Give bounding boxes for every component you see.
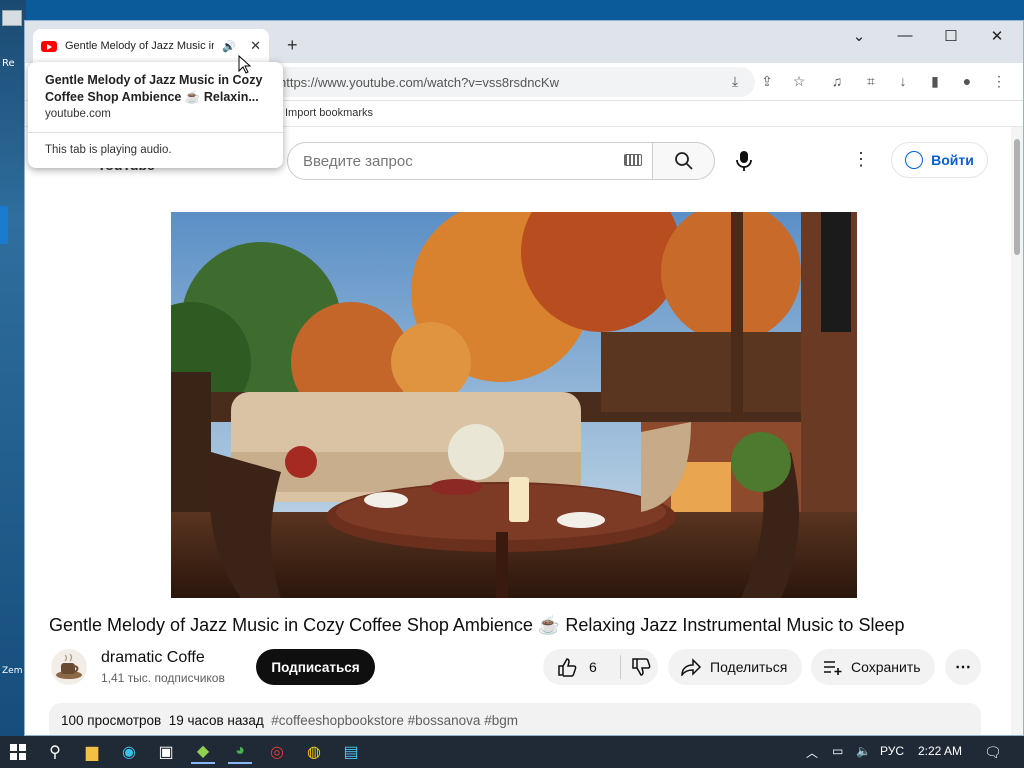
file-explorer-icon[interactable]: ▆: [80, 740, 104, 764]
video-thumbnail: [171, 212, 857, 598]
divider: [28, 132, 283, 133]
chrome-icon[interactable]: ◕: [228, 740, 252, 764]
address-bar[interactable]: https://www.youtube.com/watch?v=vss8rsdn…: [265, 67, 755, 97]
share-icon[interactable]: ⇪: [757, 73, 777, 90]
mouse-cursor-icon: [238, 55, 252, 74]
new-tab-button[interactable]: +: [287, 35, 298, 56]
profile-icon[interactable]: ●: [957, 73, 977, 89]
minimize-button[interactable]: —: [887, 27, 923, 44]
search-input[interactable]: Введите запрос: [287, 142, 653, 180]
youtube-favicon-icon: [41, 40, 57, 52]
close-window-button[interactable]: ✕: [979, 27, 1015, 45]
start-windows-icon[interactable]: [6, 740, 30, 764]
hover-card-title: Gentle Melody of Jazz Music in Cozy Coff…: [45, 73, 263, 104]
url-text: https://www.youtube.com/watch?v=vss8rsdn…: [279, 74, 559, 90]
subscribe-button[interactable]: Подписаться: [256, 649, 375, 685]
chevron-up-icon[interactable]: ︿: [806, 744, 818, 761]
tab-title: Gentle Melody of Jazz Music in: [65, 40, 215, 52]
channel-name[interactable]: dramatic Coffe: [101, 649, 205, 667]
description-box[interactable]: 100 просмотров 19 часов назад #coffeesho…: [49, 703, 981, 735]
app-icon-green[interactable]: ◆: [191, 740, 215, 764]
subscriber-count: 1,41 тыс. подписчиков: [101, 671, 225, 685]
account-icon: [905, 151, 924, 169]
signin-label: Войти: [931, 152, 974, 168]
settings-dots-icon[interactable]: ⋮: [851, 149, 871, 169]
hashtags[interactable]: #coffeeshopbookstore #bossanova #bgm: [271, 713, 518, 728]
notifications-icon[interactable]: 🗨: [984, 744, 1002, 761]
share-button[interactable]: Поделиться: [668, 649, 802, 685]
volume-muted-icon[interactable]: 🔈: [856, 744, 871, 758]
install-app-icon[interactable]: ⤓: [725, 73, 745, 90]
like-count: 6: [589, 659, 597, 675]
tab-close-icon[interactable]: ✕: [250, 38, 261, 54]
bookmark-star-icon[interactable]: ☆: [789, 73, 809, 90]
import-bookmarks-link[interactable]: Import bookmarks: [285, 107, 373, 119]
tab-search-icon[interactable]: ⌄: [841, 27, 877, 45]
coffee-cup-icon: [56, 653, 82, 679]
app-icon-yellow[interactable]: ◍: [302, 740, 326, 764]
tab-strip: Gentle Melody of Jazz Music in 🔊 ✕ + ⌄ —…: [25, 21, 1023, 63]
edge-icon[interactable]: ◉: [117, 740, 141, 764]
tab-hover-card: Gentle Melody of Jazz Music in Cozy Coff…: [28, 62, 283, 168]
download-icon[interactable]: ↓: [893, 73, 913, 89]
maximize-button[interactable]: ☐: [933, 27, 969, 45]
channel-avatar[interactable]: [51, 649, 87, 685]
app-icon-blue[interactable]: ▤: [339, 740, 363, 764]
share-label: Поделиться: [710, 659, 788, 675]
signin-button[interactable]: Войти: [891, 142, 988, 178]
share-arrow-icon: [681, 658, 702, 676]
save-label: Сохранить: [851, 659, 921, 675]
app-icon-red[interactable]: ◎: [265, 740, 289, 764]
taskbar: ⚲ ▆ ◉ ▣ ◆ ◕ ◎ ◍ ▤ ︿ ▭ 🔈 РУС 2:22 AM 🗨: [0, 736, 1024, 768]
like-dislike-group: 6: [543, 649, 658, 685]
search-placeholder: Введите запрос: [303, 152, 413, 170]
network-icon[interactable]: ▭: [832, 744, 843, 758]
thumbs-up-icon: [558, 658, 577, 677]
store-icon[interactable]: ▣: [154, 740, 178, 764]
audio-status: This tab is playing audio.: [45, 144, 172, 156]
search-button[interactable]: [652, 142, 715, 180]
save-button[interactable]: Сохранить: [811, 649, 935, 685]
search-icon: [674, 152, 693, 170]
side-panel-icon[interactable]: ▮: [925, 73, 945, 90]
desktop-label: Zem: [2, 666, 23, 676]
microphone-icon[interactable]: [735, 150, 753, 172]
menu-icon[interactable]: ⋮: [989, 73, 1009, 90]
more-horizontal-icon: ⋯: [955, 659, 971, 676]
recycle-bin-icon[interactable]: [2, 10, 22, 26]
search-icon[interactable]: ⚲: [43, 740, 67, 764]
speaker-icon[interactable]: 🔊: [222, 40, 236, 53]
upload-age: 19 часов назад: [168, 713, 264, 728]
like-button[interactable]: 6: [543, 655, 621, 679]
hover-card-domain: youtube.com: [45, 108, 111, 120]
video-title: Gentle Melody of Jazz Music in Cozy Coff…: [49, 615, 905, 635]
clock[interactable]: 2:22 AM: [918, 744, 962, 758]
crop-icon[interactable]: ⌗: [861, 73, 881, 90]
add-to-playlist-icon: [824, 661, 842, 675]
video-player[interactable]: [171, 212, 857, 598]
dislike-button[interactable]: [621, 657, 651, 677]
tab-youtube[interactable]: Gentle Melody of Jazz Music in 🔊 ✕: [33, 29, 269, 63]
desktop-decoration: [0, 206, 8, 244]
more-actions-button[interactable]: ⋯: [945, 649, 981, 685]
thumbs-down-icon: [632, 658, 651, 676]
media-control-icon[interactable]: ♫: [827, 73, 847, 89]
view-count: 100 просмотров: [61, 713, 162, 728]
scrollbar-thumb[interactable]: [1014, 139, 1020, 255]
desktop-label: Re: [2, 58, 15, 69]
keyboard-icon[interactable]: [624, 154, 642, 166]
language-indicator[interactable]: РУС: [880, 744, 904, 758]
desktop-background: Re Zem: [0, 0, 26, 736]
